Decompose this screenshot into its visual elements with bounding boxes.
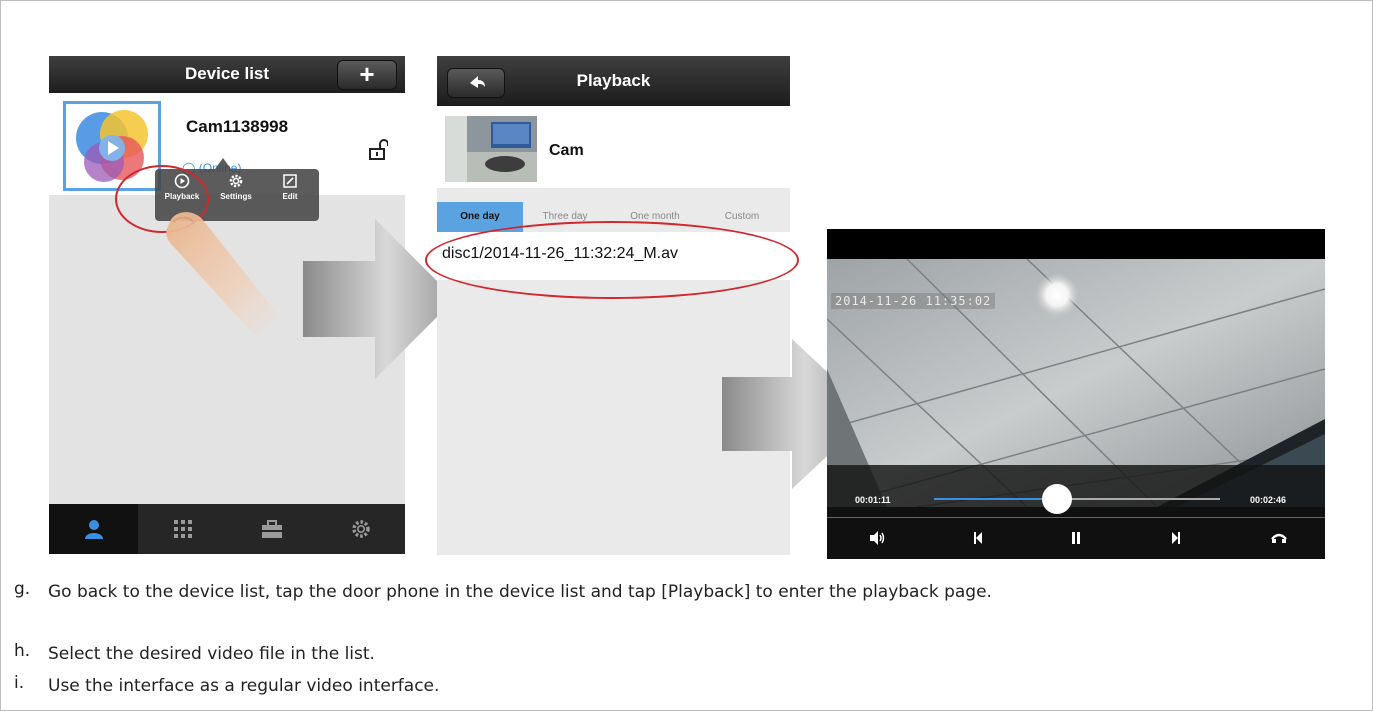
camera-name: Cam1138998 bbox=[186, 117, 289, 136]
current-time: 00:01:11 bbox=[855, 495, 891, 505]
page-title: Playback bbox=[576, 71, 651, 90]
pause-button[interactable] bbox=[1071, 531, 1081, 550]
tab-devices[interactable] bbox=[49, 504, 138, 554]
user-icon bbox=[84, 520, 103, 539]
progress-knob[interactable] bbox=[1041, 484, 1072, 514]
flow-arrow-1 bbox=[303, 219, 455, 384]
video-player: 2014-11-26 11:35:02 00:01:11 00:02:46 bbox=[827, 229, 1325, 559]
edit-icon bbox=[283, 174, 297, 188]
popup-settings-label: Settings bbox=[220, 192, 252, 201]
file-highlight-ellipse bbox=[425, 221, 799, 299]
camera-header: Cam bbox=[437, 106, 790, 188]
next-button[interactable] bbox=[1171, 531, 1181, 550]
camera-thumbnail bbox=[445, 116, 537, 182]
step-text: Use the interface as a regular video int… bbox=[48, 676, 440, 696]
toolbox-icon bbox=[261, 520, 282, 538]
previous-button[interactable] bbox=[973, 531, 983, 550]
bottom-tab-bar bbox=[49, 504, 405, 554]
camera-name: Cam bbox=[549, 142, 584, 159]
grid-icon bbox=[173, 520, 192, 538]
popup-edit-label: Edit bbox=[282, 192, 298, 201]
next-icon bbox=[1172, 532, 1180, 544]
nav-bar: Playback bbox=[437, 56, 790, 106]
previous-icon bbox=[974, 532, 982, 544]
total-time: 00:02:46 bbox=[1250, 495, 1287, 505]
exit-icon bbox=[1271, 533, 1287, 543]
step-marker: h. bbox=[14, 641, 31, 661]
volume-icon bbox=[870, 531, 885, 545]
step-text: Go back to the device list, tap the door… bbox=[48, 582, 992, 602]
step-text: Select the desired video file in the lis… bbox=[48, 644, 375, 664]
progress-track[interactable] bbox=[934, 484, 1220, 514]
popup-pointer bbox=[215, 158, 231, 169]
pause-icon bbox=[1072, 532, 1080, 544]
gear-icon bbox=[229, 174, 243, 188]
volume-button[interactable] bbox=[869, 531, 887, 550]
nav-bar: Device list + bbox=[49, 56, 405, 93]
step-marker: g. bbox=[14, 579, 31, 599]
video-timestamp: 2014-11-26 11:35:02 bbox=[831, 293, 996, 309]
popup-settings-button[interactable]: Settings bbox=[211, 173, 261, 201]
unlock-icon[interactable] bbox=[368, 139, 389, 166]
gear-icon bbox=[351, 520, 370, 538]
player-controls: 00:01:11 00:02:46 bbox=[827, 465, 1325, 559]
popup-edit-button[interactable]: Edit bbox=[265, 173, 315, 201]
tab-grid[interactable] bbox=[138, 504, 227, 554]
step-marker: i. bbox=[14, 673, 25, 693]
add-device-button[interactable]: + bbox=[337, 60, 397, 90]
controls-divider bbox=[827, 517, 1325, 518]
exit-button[interactable] bbox=[1271, 531, 1287, 550]
tapping-finger-illustration bbox=[159, 206, 309, 361]
tab-toolbox[interactable] bbox=[227, 504, 316, 554]
progress-fill bbox=[934, 498, 1057, 500]
tab-settings[interactable] bbox=[316, 504, 405, 554]
